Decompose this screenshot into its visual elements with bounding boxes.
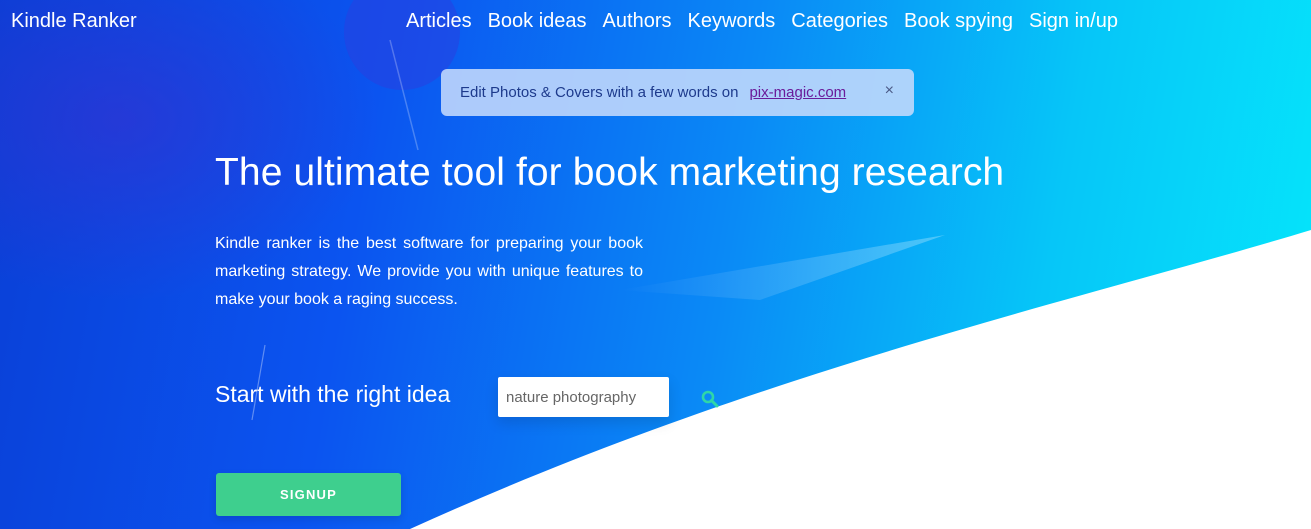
search-input[interactable] (498, 377, 669, 417)
hero-section: Kindle Ranker Articles Book ideas Author… (0, 0, 1311, 529)
main-nav: Articles Book ideas Authors Keywords Cat… (406, 9, 1118, 33)
hero-description: Kindle ranker is the best software for p… (215, 235, 643, 308)
brand-logo-text[interactable]: Kindle Ranker (11, 10, 137, 32)
search-icon[interactable] (699, 388, 721, 410)
banner-close-icon[interactable]: × (885, 82, 894, 100)
banner-text: Edit Photos & Covers with a few words on (460, 84, 739, 101)
nav-articles[interactable]: Articles (406, 9, 472, 33)
nav-authors[interactable]: Authors (603, 9, 672, 33)
signup-button[interactable]: SIGNUP (216, 473, 401, 516)
page-title: The ultimate tool for book marketing res… (215, 151, 1005, 194)
nav-sign-in-up[interactable]: Sign in/up (1029, 9, 1118, 33)
promo-banner: Edit Photos & Covers with a few words on… (441, 69, 914, 116)
banner-link[interactable]: pix-magic.com (749, 84, 846, 101)
search-label: Start with the right idea (215, 381, 451, 407)
nav-book-ideas[interactable]: Book ideas (488, 9, 587, 33)
nav-keywords[interactable]: Keywords (687, 9, 775, 33)
nav-categories[interactable]: Categories (791, 9, 888, 33)
nav-book-spying[interactable]: Book spying (904, 9, 1013, 33)
